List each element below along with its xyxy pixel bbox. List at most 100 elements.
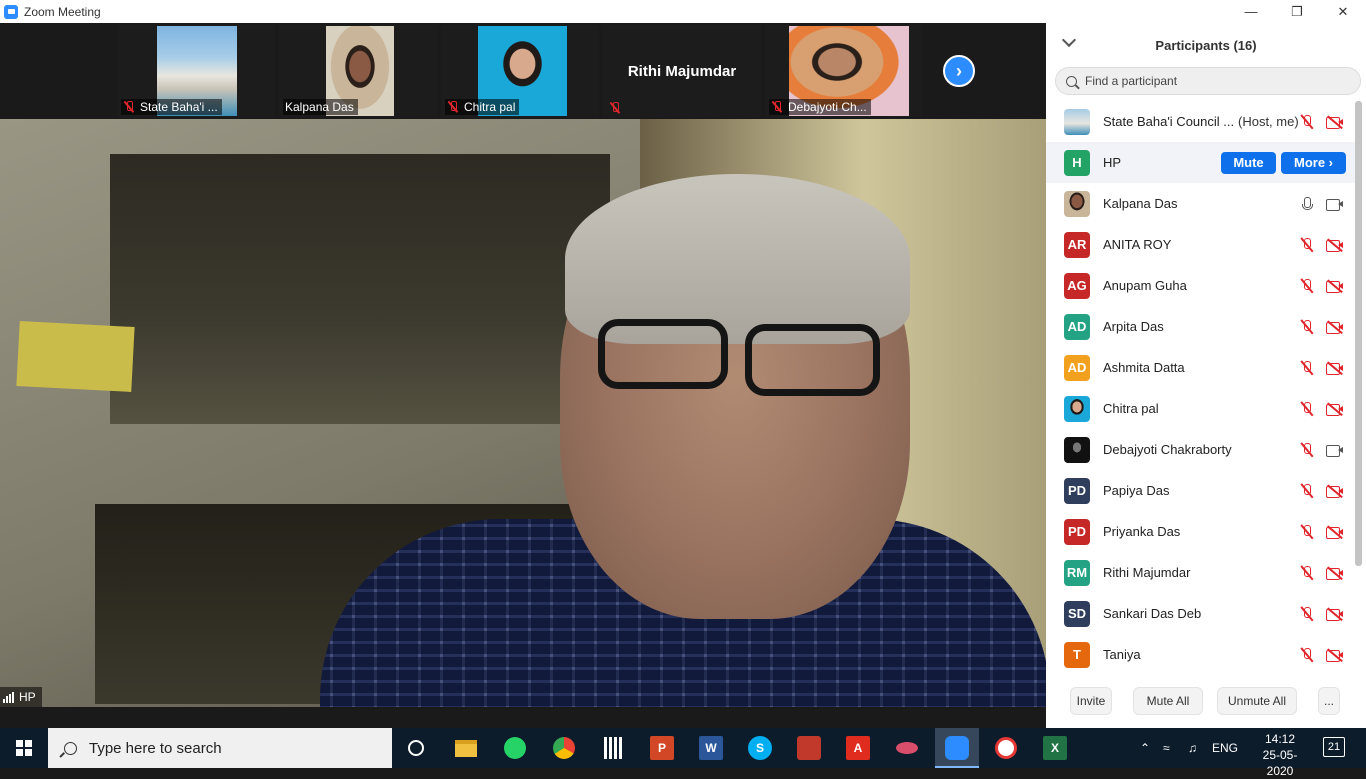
gallery-tile[interactable]: Debajyoti Ch...	[765, 25, 923, 117]
acrobat-icon[interactable]: A	[846, 736, 870, 760]
language-indicator[interactable]: ENG	[1212, 728, 1238, 768]
excel-icon[interactable]: X	[1043, 736, 1067, 760]
close-button[interactable]: ✕	[1320, 0, 1366, 23]
minimize-button[interactable]: —	[1228, 0, 1274, 23]
scrollbar[interactable]	[1355, 101, 1362, 566]
avatar: RM	[1064, 559, 1090, 586]
muted-mic-icon	[123, 101, 135, 113]
muted-mic-icon[interactable]	[1300, 565, 1314, 581]
participant-search-input[interactable]	[1085, 74, 1335, 88]
participant-search[interactable]	[1055, 67, 1361, 95]
mute-button[interactable]: Mute	[1221, 151, 1276, 174]
participant-row[interactable]: PD Priyanka Das	[1046, 511, 1356, 552]
muted-mic-icon[interactable]	[1300, 483, 1314, 499]
taskbar-search-placeholder: Type here to search	[89, 739, 222, 757]
video-off-icon	[1326, 566, 1344, 580]
participant-role: (Host, me)	[1238, 114, 1299, 129]
file-explorer-icon[interactable]	[454, 736, 478, 760]
media-app-icon[interactable]	[797, 736, 821, 760]
participant-name: Anupam Guha	[1103, 278, 1187, 293]
mic-icon[interactable]	[1300, 196, 1314, 212]
muted-mic-icon[interactable]	[1300, 401, 1314, 417]
show-hidden-icons[interactable]: ⌃	[1140, 728, 1150, 768]
avatar	[1064, 108, 1090, 135]
taskbar-search[interactable]: Type here to search	[48, 728, 392, 768]
participant-list: State Baha'i Council ... (Host, me) H HP…	[1046, 101, 1356, 675]
active-speaker-video: HP	[0, 119, 1046, 707]
volume-icon[interactable]: ♫	[1188, 728, 1197, 768]
participant-name: ANITA ROY	[1103, 237, 1172, 252]
title-bar: Zoom Meeting — ❐ ✕	[0, 0, 1366, 23]
muted-mic-icon[interactable]	[1300, 237, 1314, 253]
video-icon	[1326, 443, 1344, 457]
participant-row[interactable]: SD Sankari Das Deb	[1046, 593, 1356, 634]
participants-panel: Participants (16) State Baha'i Council .…	[1046, 23, 1366, 728]
participant-name: Debajyoti Chakraborty	[1103, 442, 1232, 457]
muted-mic-icon	[771, 101, 783, 113]
mute-all-button[interactable]: Mute All	[1133, 687, 1203, 715]
gallery-tile[interactable]: Rithi Majumdar	[603, 25, 761, 117]
chevron-right-icon[interactable]: ›	[943, 55, 975, 87]
muted-mic-icon[interactable]	[1300, 442, 1314, 458]
collapse-chevron-icon[interactable]	[1061, 32, 1077, 48]
participant-row[interactable]: State Baha'i Council ... (Host, me)	[1046, 101, 1356, 142]
unmute-all-button[interactable]: Unmute All	[1217, 687, 1297, 715]
snipping-tool-icon[interactable]	[895, 736, 919, 760]
word-icon[interactable]: W	[699, 736, 723, 760]
participant-name: Rithi Majumdar	[1103, 565, 1191, 580]
participant-name: Ashmita Datta	[1103, 360, 1185, 375]
task-view-icon[interactable]	[404, 736, 428, 760]
muted-mic-icon[interactable]	[1300, 360, 1314, 376]
participant-row[interactable]: T Taniya	[1046, 634, 1356, 675]
participant-row[interactable]: Kalpana Das	[1046, 183, 1356, 224]
clock[interactable]: 14:12 25-05-2020	[1252, 731, 1308, 779]
muted-mic-icon[interactable]	[1300, 278, 1314, 294]
powerpoint-icon[interactable]: P	[650, 736, 674, 760]
chrome-icon[interactable]	[552, 736, 576, 760]
avatar: AD	[1064, 313, 1090, 340]
avatar: AG	[1064, 272, 1090, 299]
invite-button[interactable]: Invite	[1070, 687, 1112, 715]
participants-title: Participants (16)	[1155, 37, 1257, 53]
avatar: PD	[1064, 477, 1090, 504]
signal-bars-icon	[3, 691, 14, 703]
muted-mic-icon	[609, 102, 621, 114]
avatar: PD	[1064, 518, 1090, 545]
muted-mic-icon[interactable]	[1300, 319, 1314, 335]
participant-row[interactable]: PD Papiya Das	[1046, 470, 1356, 511]
more-button[interactable]: More ›	[1281, 151, 1346, 174]
muted-mic-icon[interactable]	[1300, 647, 1314, 663]
participant-row[interactable]: RM Rithi Majumdar	[1046, 552, 1356, 593]
participant-row[interactable]: AG Anupam Guha	[1046, 265, 1356, 306]
video-off-icon	[1326, 484, 1344, 498]
participant-row[interactable]: AD Arpita Das	[1046, 306, 1356, 347]
start-button[interactable]	[0, 728, 48, 768]
whatsapp-icon[interactable]	[503, 736, 527, 760]
calculator-icon[interactable]	[601, 736, 625, 760]
notification-center-icon[interactable]: 21	[1323, 737, 1345, 757]
participant-row[interactable]: AR ANITA ROY	[1046, 224, 1356, 265]
participant-row[interactable]: Debajyoti Chakraborty	[1046, 429, 1356, 470]
window-title: Zoom Meeting	[24, 4, 101, 19]
wifi-icon[interactable]: ≈	[1163, 728, 1170, 768]
avatar: H	[1064, 149, 1090, 176]
muted-mic-icon[interactable]	[1300, 114, 1314, 130]
gallery-tile[interactable]: Chitra pal	[441, 25, 599, 117]
muted-mic-icon[interactable]	[1300, 606, 1314, 622]
tile-name: Debajyoti Ch...	[788, 100, 867, 114]
participant-row[interactable]: AD Ashmita Datta	[1046, 347, 1356, 388]
skype-icon[interactable]: S	[748, 736, 772, 760]
restore-button[interactable]: ❐	[1274, 0, 1320, 23]
participant-name: Kalpana Das	[1103, 196, 1178, 211]
gallery-tile[interactable]: State Baha'i ...	[117, 25, 275, 117]
muted-mic-icon[interactable]	[1300, 524, 1314, 540]
gallery-strip: State Baha'i ... Kalpana Das Chitra pal …	[0, 23, 1046, 119]
gallery-tile[interactable]: Kalpana Das	[279, 25, 437, 117]
app-a-icon[interactable]	[994, 736, 1018, 760]
participant-row[interactable]: H HP Mute More ›	[1046, 142, 1356, 183]
more-options-button[interactable]: ...	[1318, 687, 1340, 715]
participant-row[interactable]: Chitra pal	[1046, 388, 1356, 429]
video-off-icon	[1326, 115, 1344, 129]
avatar: SD	[1064, 600, 1090, 627]
zoom-icon[interactable]	[945, 736, 969, 760]
